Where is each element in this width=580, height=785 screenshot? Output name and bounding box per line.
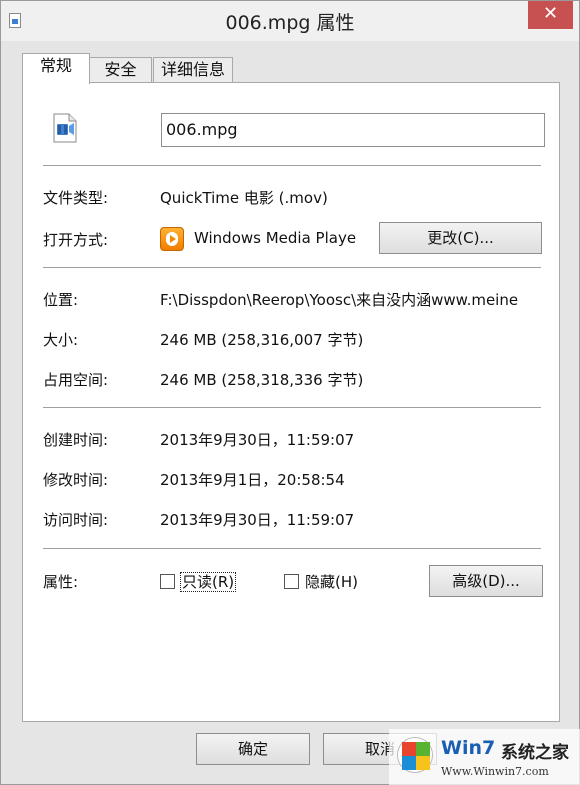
file-type-value: QuickTime 电影 (.mov) — [160, 189, 328, 207]
accessed-label: 访问时间: — [43, 511, 109, 529]
title-bar[interactable]: 006.mpg 属性 ✕ — [1, 1, 579, 41]
opens-with-value: Windows Media Playe — [194, 229, 357, 247]
file-name-input[interactable]: 006.mpg — [161, 113, 545, 147]
separator — [43, 267, 541, 268]
watermark: Win7 系统之家 Www.Winwin7.com — [389, 729, 580, 785]
modified-value: 2013年9月1日，20:58:54 — [160, 471, 345, 489]
separator — [43, 407, 541, 408]
hidden-label[interactable]: 隐藏(H) — [305, 571, 358, 592]
hidden-checkbox[interactable] — [284, 574, 299, 589]
readonly-checkbox-label[interactable]: 只读(R) — [180, 571, 237, 592]
ok-button[interactable]: 确定 — [196, 733, 310, 765]
size-on-disk-value: 246 MB (258,318,336 字节) — [160, 371, 364, 389]
video-file-icon — [53, 113, 77, 143]
windows-media-player-icon — [160, 227, 184, 251]
readonly-label: 只读(R) — [180, 572, 237, 592]
advanced-button[interactable]: 高级(D)... — [429, 565, 543, 597]
watermark-url: Www.Winwin7.com — [441, 765, 549, 778]
tab-general[interactable]: 常规 — [22, 53, 90, 84]
opens-with-label: 打开方式: — [43, 231, 109, 249]
separator — [43, 165, 541, 166]
change-button[interactable]: 更改(C)... — [379, 222, 542, 254]
properties-window: 006.mpg 属性 ✕ 常规 安全 详细信息 006.mpg 文件类型: Qu… — [0, 0, 580, 785]
readonly-checkbox[interactable] — [160, 574, 175, 589]
location-label: 位置: — [43, 291, 79, 309]
attributes-label: 属性: — [43, 573, 79, 591]
general-panel: 006.mpg 文件类型: QuickTime 电影 (.mov) 打开方式: … — [22, 82, 560, 722]
size-on-disk-label: 占用空间: — [43, 371, 109, 389]
accessed-value: 2013年9月30日，11:59:07 — [160, 511, 355, 529]
watermark-brand: Win7 — [441, 737, 496, 759]
size-value: 246 MB (258,316,007 字节) — [160, 331, 364, 349]
tab-security[interactable]: 安全 — [89, 57, 152, 83]
watermark-brand-suffix: 系统之家 — [501, 743, 569, 763]
close-button[interactable]: ✕ — [528, 1, 573, 29]
modified-label: 修改时间: — [43, 471, 109, 489]
created-label: 创建时间: — [43, 431, 109, 449]
separator — [43, 548, 541, 549]
window-title: 006.mpg 属性 — [225, 12, 355, 34]
file-type-label: 文件类型: — [43, 189, 109, 207]
tab-details[interactable]: 详细信息 — [153, 57, 233, 83]
windows-logo-icon — [397, 737, 433, 773]
created-value: 2013年9月30日，11:59:07 — [160, 431, 355, 449]
location-value: F:\Disspdon\Reerop\Yoosc\来自没内涵www.meine — [160, 291, 519, 309]
size-label: 大小: — [43, 331, 79, 349]
